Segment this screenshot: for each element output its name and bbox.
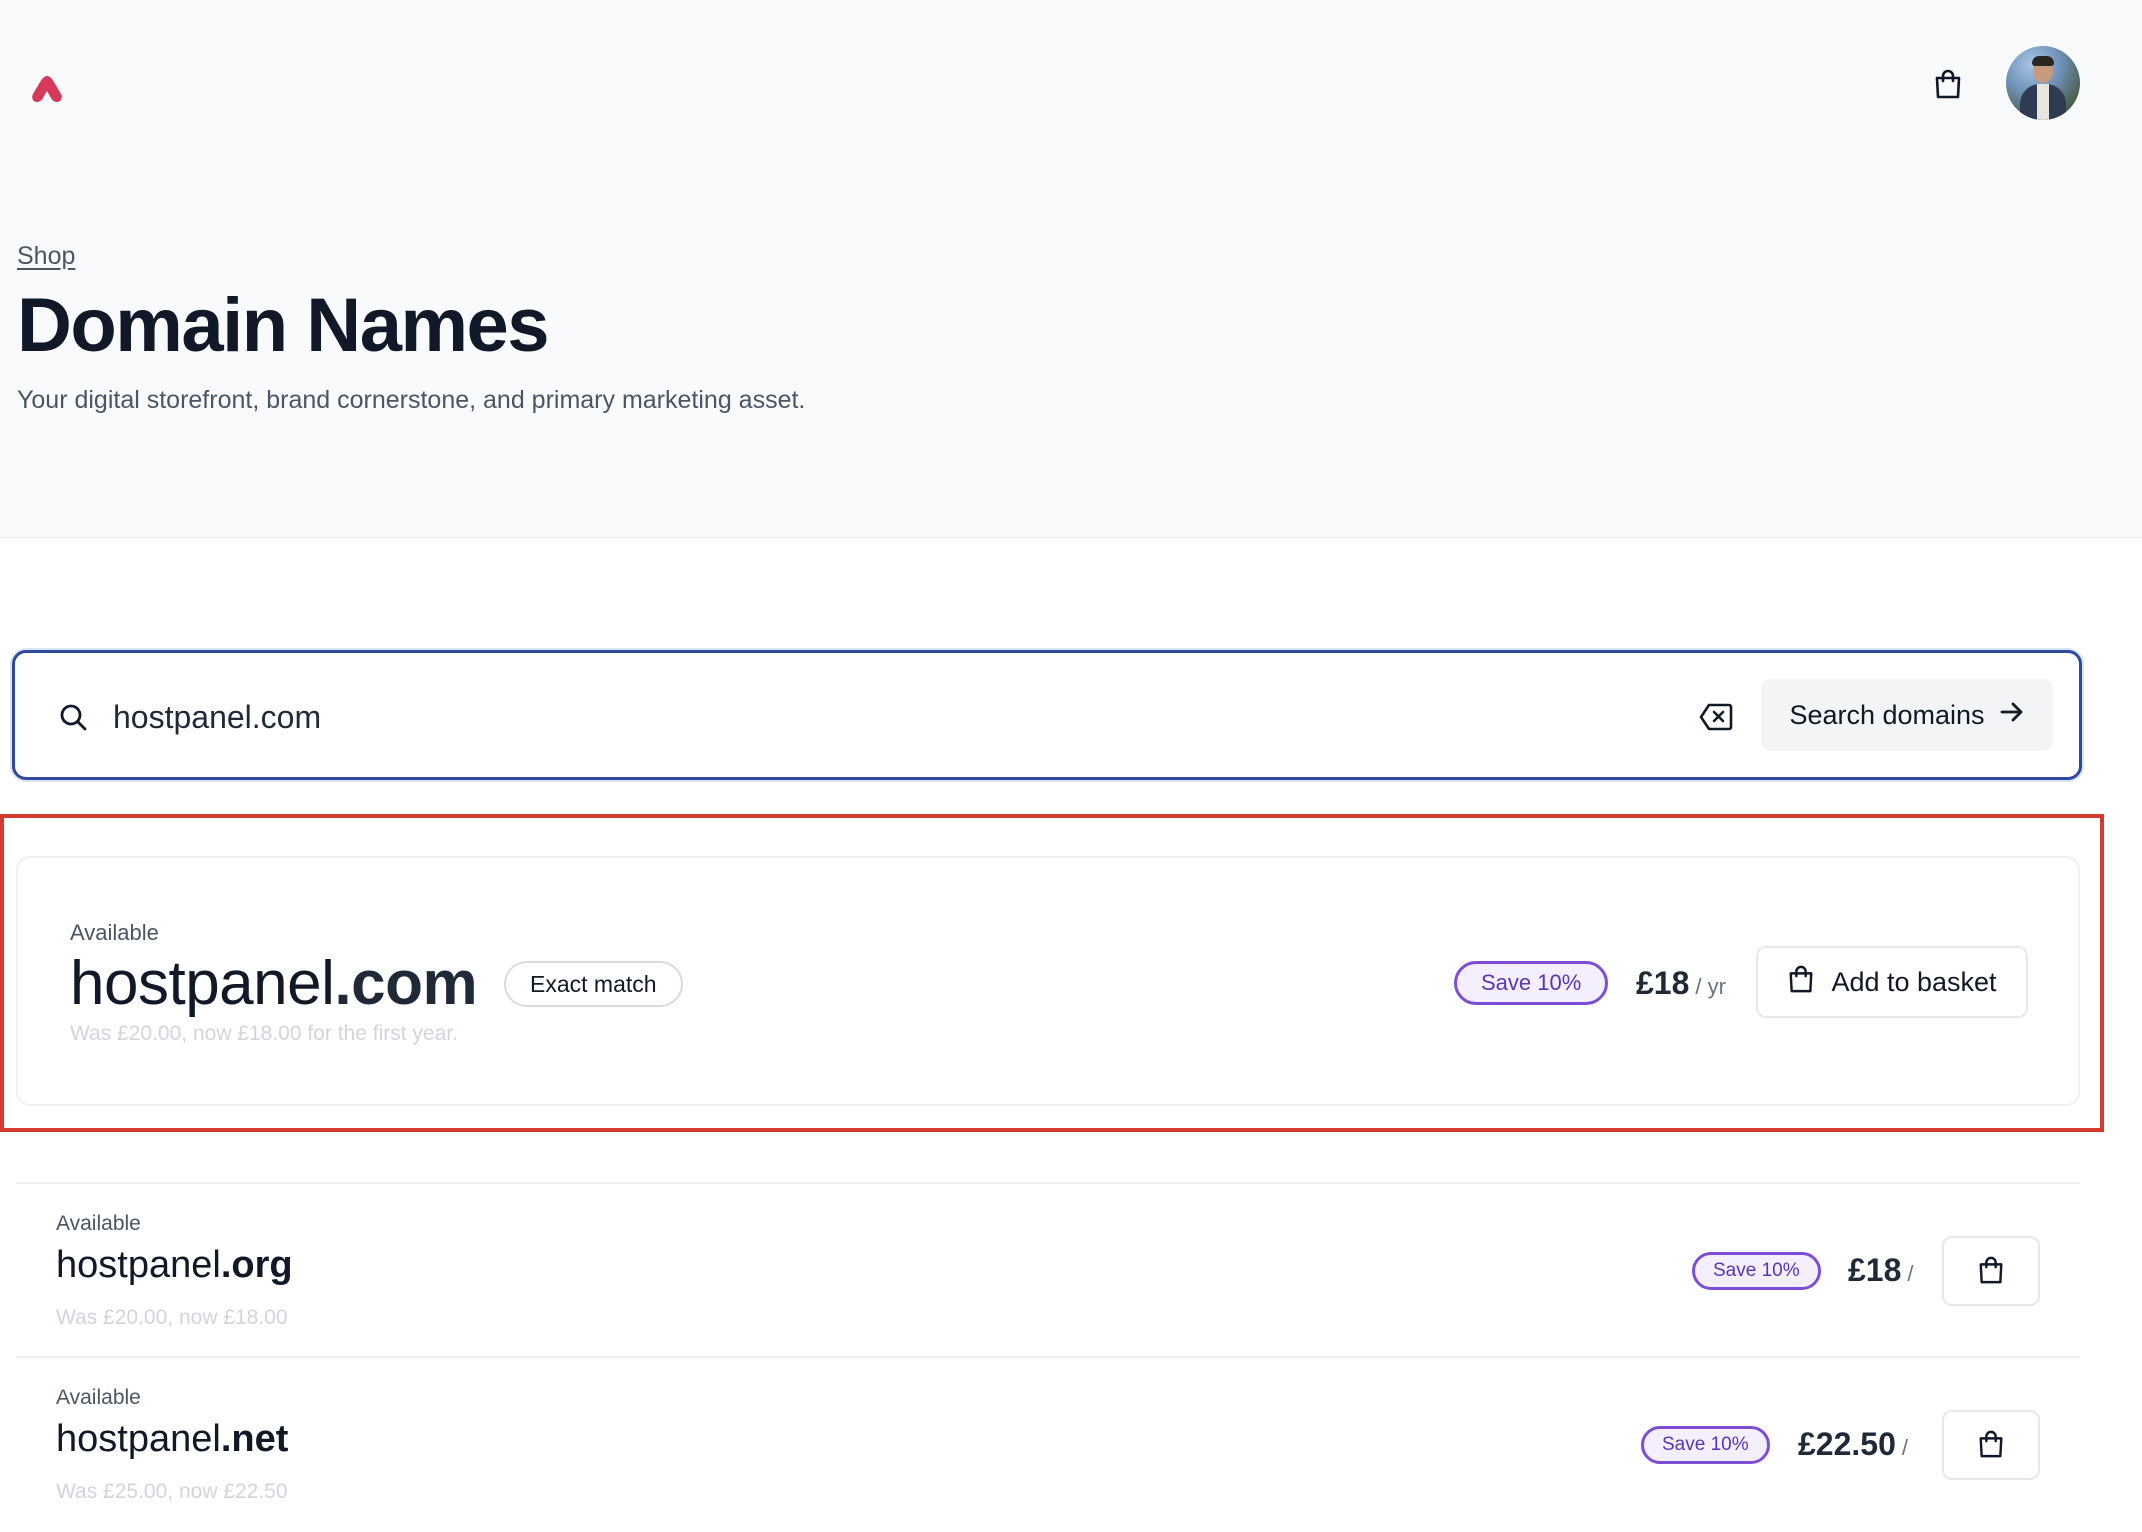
arrow-right-icon (1999, 700, 2025, 731)
page-subtitle: Your digital storefront, brand cornersto… (17, 386, 806, 414)
price-period: / (1907, 1261, 1914, 1286)
shopping-bag-icon[interactable] (1930, 66, 1966, 102)
price-note: Was £25.00, now £22.50 (56, 1480, 288, 1503)
domain-tld: .org (220, 1244, 293, 1286)
domain-name: hostpanel.net (56, 1418, 288, 1461)
save-badge: Save 10% (1692, 1252, 1821, 1290)
price-period: / (1901, 1435, 1908, 1460)
price-value: £18 (1636, 965, 1690, 1001)
price-note: Was £20.00, now £18.00 for the first yea… (70, 1022, 458, 1045)
add-to-basket-icon-button[interactable] (1942, 1236, 2040, 1306)
domain-label: hostpanel (56, 1244, 221, 1286)
add-to-basket-icon-button[interactable] (1942, 1410, 2040, 1480)
domain-price: £18 / (1848, 1248, 1914, 1292)
exact-match-badge: Exact match (504, 961, 683, 1007)
price-period: / yr (1695, 974, 1726, 999)
add-to-basket-button[interactable]: Add to basket (1756, 946, 2028, 1018)
page-header-section: Shop Domain Names Your digital storefron… (0, 0, 2142, 538)
user-avatar[interactable] (2006, 46, 2080, 120)
featured-domain-card: Available hostpanel.com Exact match Was … (16, 856, 2080, 1106)
domain-search-input[interactable] (113, 689, 1613, 745)
page-title: Domain Names (17, 283, 550, 368)
availability-status: Available (56, 1212, 141, 1235)
availability-status: Available (70, 920, 159, 945)
search-icon (57, 701, 89, 733)
brand-logo-icon[interactable] (30, 74, 64, 104)
save-badge: Save 10% (1454, 961, 1609, 1005)
domain-name: hostpanel.org (56, 1244, 293, 1287)
domain-price: £18 / yr (1636, 961, 1726, 1005)
domain-search-box: Search domains (12, 650, 2082, 780)
price-note: Was £20.00, now £18.00 (56, 1306, 288, 1329)
breadcrumb-shop-link[interactable]: Shop (17, 242, 75, 271)
availability-status: Available (56, 1386, 141, 1409)
clear-input-icon[interactable] (1698, 700, 1734, 734)
domain-label: hostpanel (56, 1418, 221, 1460)
save-badge: Save 10% (1641, 1426, 1770, 1464)
domain-label: hostpanel (70, 949, 335, 1018)
domain-tld: .net (220, 1418, 289, 1460)
domain-tld: .com (334, 949, 478, 1018)
domain-name: hostpanel.com (70, 948, 478, 1019)
add-to-basket-label: Add to basket (1831, 966, 1997, 997)
search-domains-label: Search domains (1789, 699, 1985, 730)
domain-result-row: Available hostpanel.net Was £25.00, now … (16, 1358, 2080, 1532)
price-value: £22.50 (1798, 1426, 1896, 1462)
price-value: £18 (1848, 1252, 1902, 1288)
shopping-bag-icon (1977, 1255, 2005, 1288)
domain-result-row: Available hostpanel.org Was £20.00, now … (16, 1184, 2080, 1358)
search-domains-button[interactable]: Search domains (1761, 679, 2053, 751)
shopping-bag-icon (1977, 1429, 2005, 1462)
shopping-bag-icon (1787, 964, 1815, 1001)
domain-price: £22.50 / (1798, 1422, 1908, 1466)
